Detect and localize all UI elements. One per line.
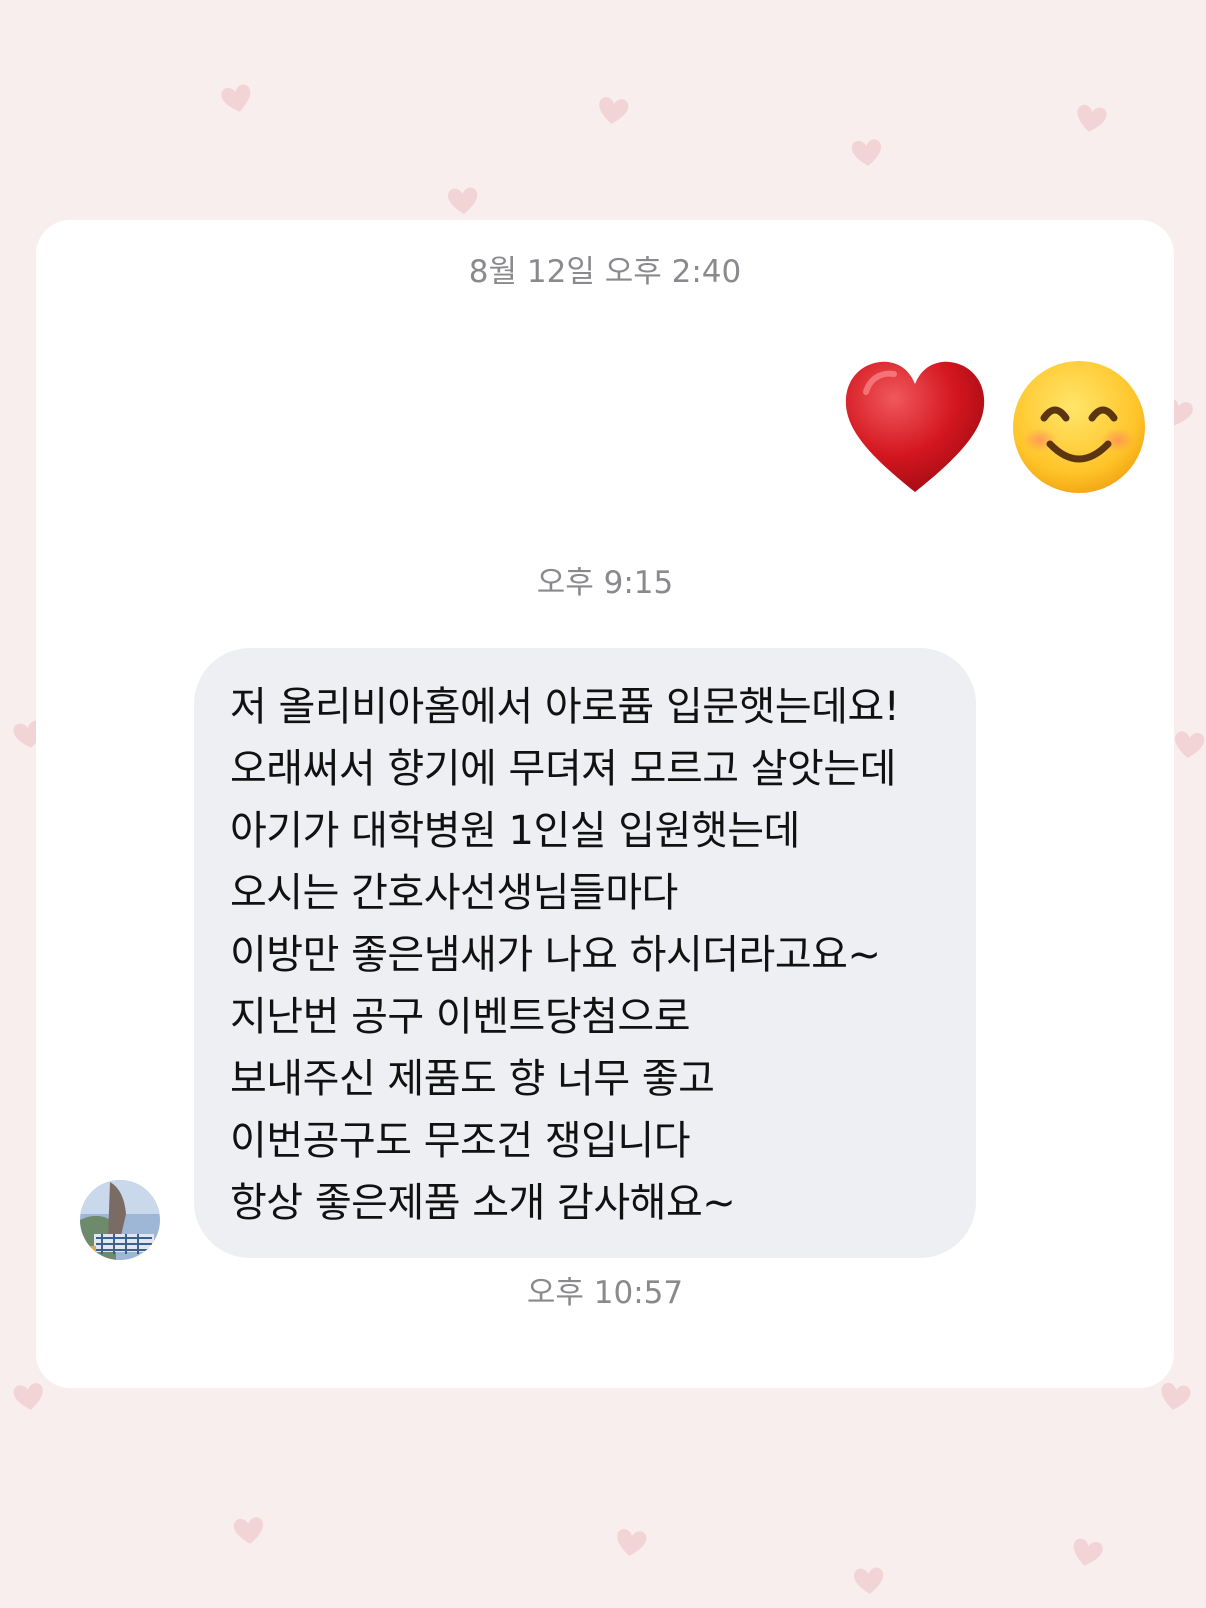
chat-screen: { "conversation": { "timestamps": ["8월 1… (0, 0, 1206, 1608)
sender-avatar[interactable] (80, 1180, 160, 1260)
decorative-heart-icon (612, 1526, 650, 1560)
red-heart-icon (842, 358, 988, 496)
decorative-heart-icon (1171, 728, 1206, 761)
message-line: 오래써서 향기에 무뎌져 모르고 살앗는데 (230, 746, 896, 792)
message-line: 이방만 좋은냄새가 나요 하시더라고요~ (230, 932, 881, 978)
sent-emoji-message[interactable] (842, 352, 1148, 502)
decorative-heart-icon (10, 1380, 48, 1414)
decorative-heart-icon (1156, 1379, 1195, 1414)
smiling-face-icon (1010, 358, 1148, 496)
decorative-heart-icon (849, 136, 886, 169)
decorative-heart-icon (851, 1565, 887, 1597)
received-message-bubble[interactable]: 저 올리비아홈에서 아로퓸 입문햇는데요! 오래써서 향기에 무뎌져 모르고 살… (194, 648, 976, 1258)
message-line: 저 올리비아홈에서 아로퓸 입문햇는데요! (230, 684, 900, 730)
decorative-heart-icon (217, 81, 256, 117)
message-text: 저 올리비아홈에서 아로퓸 입문햇는데요! 오래써서 향기에 무뎌져 모르고 살… (230, 676, 956, 1234)
message-timestamp: 8월 12일 오후 2:40 (468, 254, 742, 290)
message-line: 이번공구도 무조건 쟁입니다 (230, 1118, 691, 1164)
decorative-heart-icon (231, 1514, 268, 1547)
message-line: 보내주신 제품도 향 너무 좋고 (230, 1056, 715, 1102)
decorative-heart-icon (445, 185, 481, 217)
message-timestamp: 오후 9:15 (536, 565, 674, 601)
decorative-heart-icon (1072, 101, 1111, 136)
message-line: 지난번 공구 이벤트당첨으로 (230, 994, 691, 1040)
message-line: 항상 좋은제품 소개 감사해요~ (230, 1180, 736, 1226)
chat-card: 8월 12일 오후 2:40 오후 9:15 저 올리비아홈에서 아로퓸 입문햇… (36, 220, 1174, 1388)
decorative-heart-icon (594, 94, 632, 128)
message-line: 오시는 간호사선생님들마다 (230, 870, 678, 916)
decorative-heart-icon (1067, 1535, 1106, 1571)
message-line: 아기가 대학병원 1인실 입원햇는데 (230, 808, 800, 854)
message-timestamp: 오후 10:57 (526, 1275, 684, 1311)
